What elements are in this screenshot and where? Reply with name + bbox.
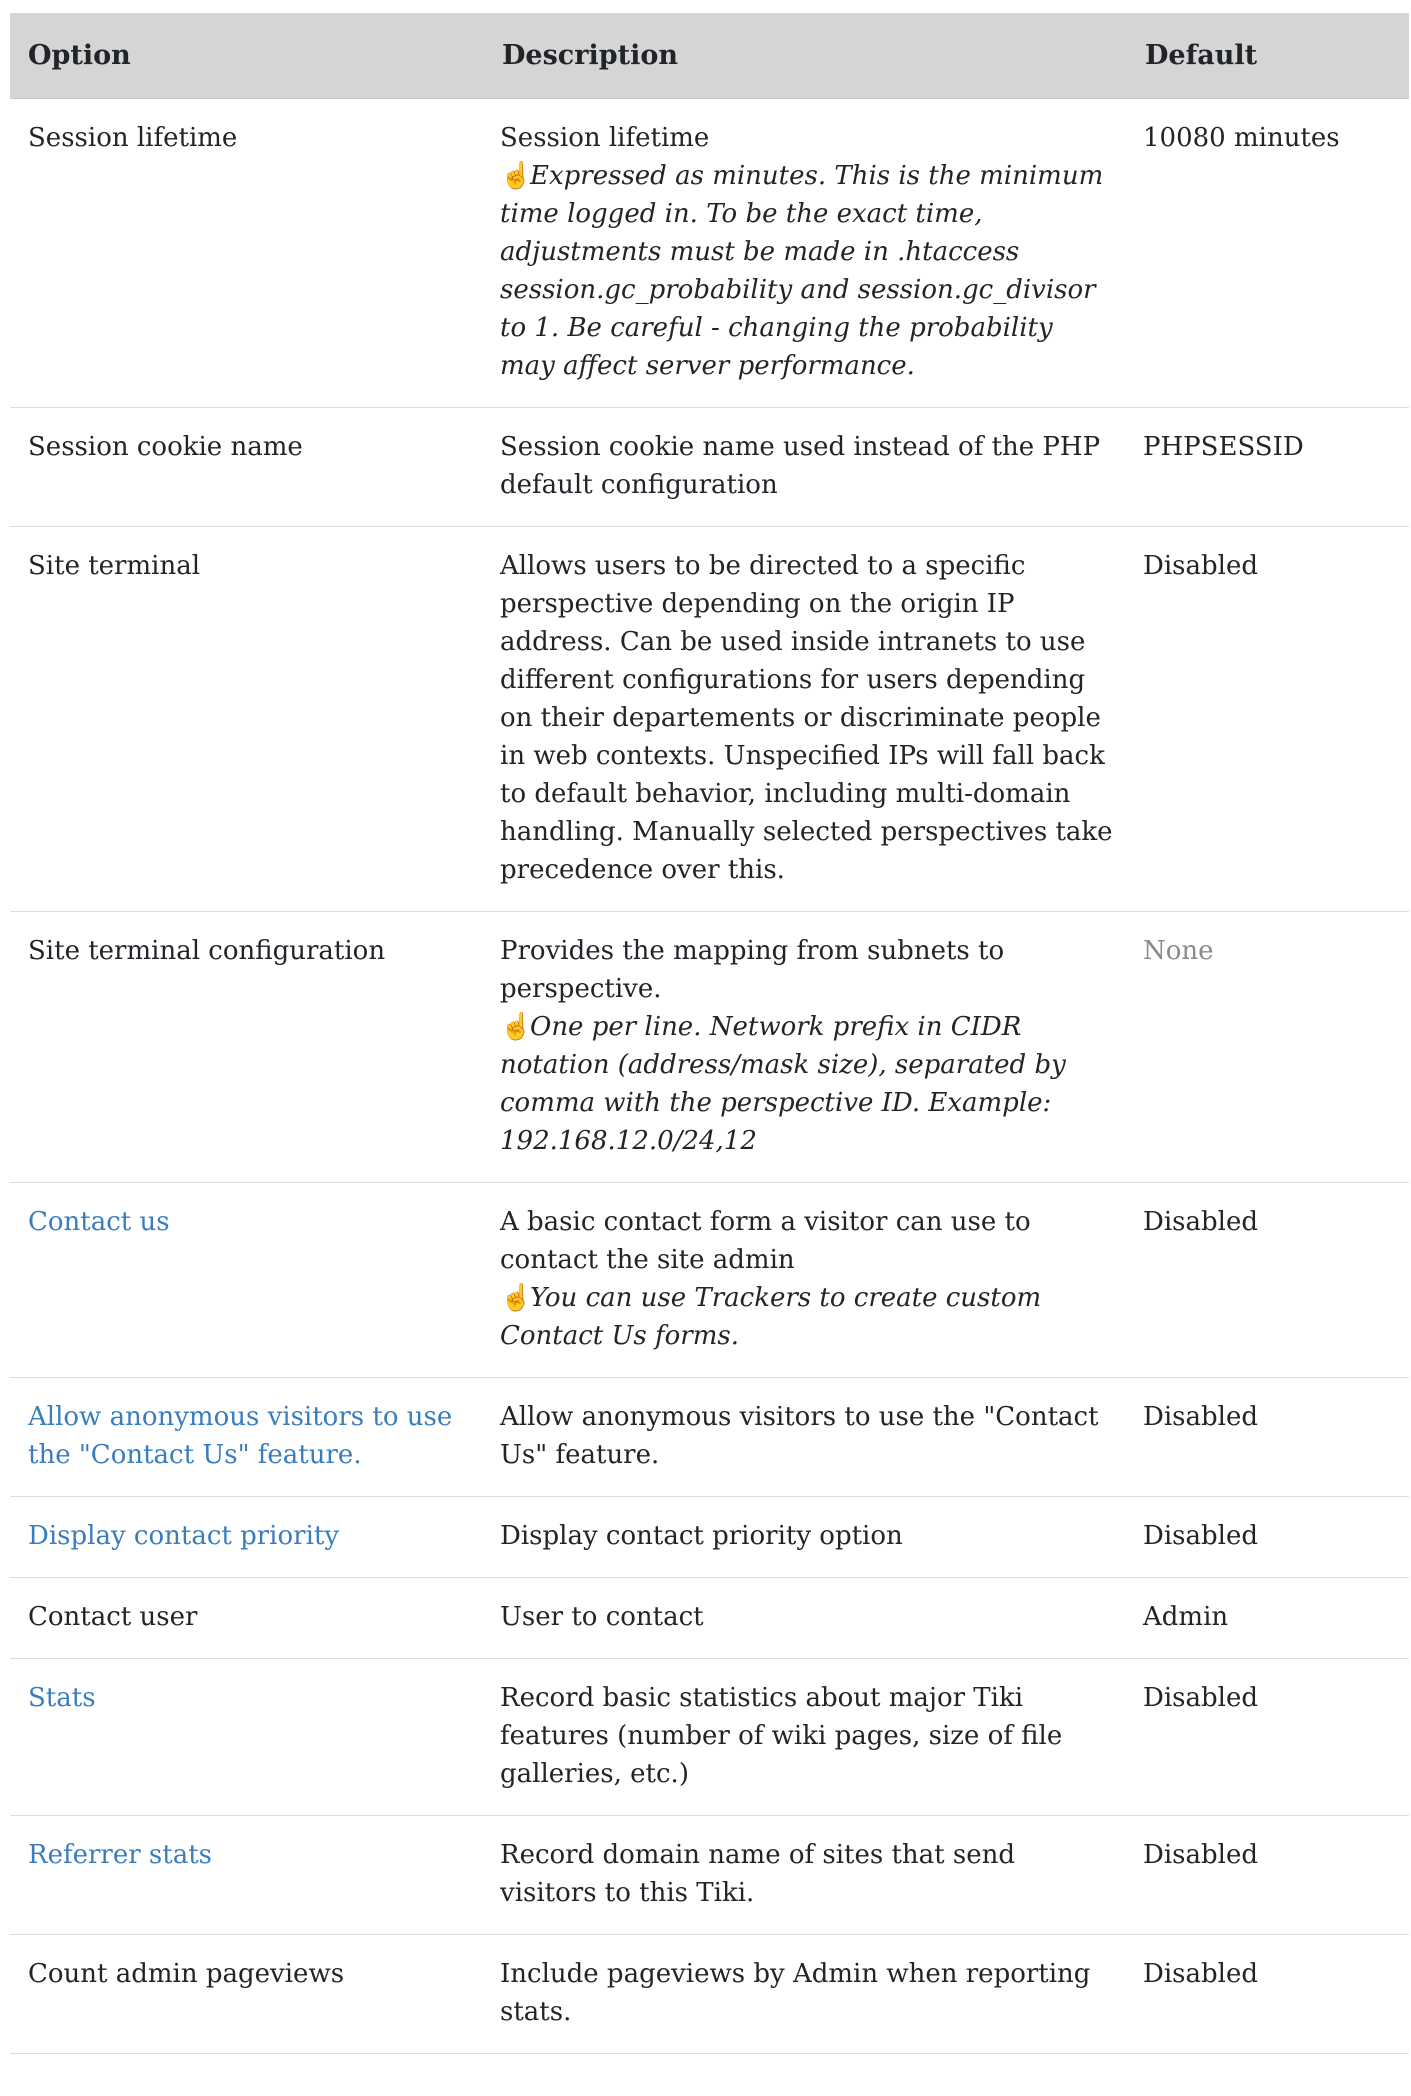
description-text: Record domain name of sites that send vi… (500, 1840, 1016, 1908)
description-text: Provides the mapping from subnets to per… (500, 936, 1005, 1004)
default-cell: Disabled (1127, 1658, 1409, 1816)
description-cell: A basic contact form a visitor can use t… (484, 1182, 1127, 1378)
description-cell: Display contact priority option (484, 1496, 1127, 1578)
default-value: Disabled (1143, 1521, 1258, 1551)
table-row: Site terminal configuration Provides the … (10, 911, 1409, 1183)
table-row: Display contact priority Display contact … (10, 1496, 1409, 1578)
option-label: Site terminal configuration (28, 936, 386, 966)
default-value: Disabled (1143, 1207, 1258, 1237)
option-link[interactable]: Allow anonymous visitors to use the "Con… (28, 1402, 452, 1470)
table-row: Session cookie name Session cookie name u… (10, 407, 1409, 527)
header-default: Default (1127, 13, 1409, 99)
preferences-page: Option Description Default Session lifet… (0, 0, 1411, 2096)
description-text: Include pageviews by Admin when reportin… (500, 1959, 1091, 2027)
table-row: Contact us A basic contact form a visitor… (10, 1182, 1409, 1378)
options-table: Option Description Default Session lifet… (10, 13, 1409, 2054)
hint-text-block: ☝You can use Trackers to create custom C… (500, 1279, 1115, 1355)
table-row: Stats Record basic statistics about major… (10, 1658, 1409, 1816)
description-text: Session lifetime (500, 123, 710, 153)
option-cell: Allow anonymous visitors to use the "Con… (10, 1377, 484, 1497)
hint-text: Expressed as minutes. This is the minimu… (500, 161, 1104, 381)
description-text: A basic contact form a visitor can use t… (500, 1207, 1031, 1275)
table-row: Referrer stats Record domain name of site… (10, 1815, 1409, 1935)
default-cell: Disabled (1127, 526, 1409, 912)
option-cell: Contact us (10, 1182, 484, 1378)
option-label: Count admin pageviews (28, 1959, 345, 1989)
description-text: User to contact (500, 1602, 704, 1632)
option-link[interactable]: Contact us (28, 1207, 170, 1237)
option-cell: Count admin pageviews (10, 1934, 484, 2054)
pointing-hand-icon: ☝ (500, 1283, 533, 1313)
description-text: Allows users to be directed to a specifi… (500, 551, 1113, 885)
description-cell: Session lifetime ☝Expressed as minutes. T… (484, 98, 1127, 408)
description-text: Session cookie name used instead of the … (500, 432, 1101, 500)
hint-text: You can use Trackers to create custom Co… (500, 1283, 1042, 1351)
option-cell: Session cookie name (10, 407, 484, 527)
default-cell: Admin (1127, 1577, 1409, 1659)
top-margin (0, 0, 1411, 13)
default-value: Admin (1143, 1602, 1229, 1632)
default-cell: None (1127, 911, 1409, 1183)
option-link[interactable]: Referrer stats (28, 1840, 212, 1870)
default-cell: Disabled (1127, 1815, 1409, 1935)
default-value: Disabled (1143, 551, 1258, 581)
description-cell: User to contact (484, 1577, 1127, 1659)
default-cell: Disabled (1127, 1182, 1409, 1378)
option-label: Session lifetime (28, 123, 238, 153)
option-label: Session cookie name (28, 432, 303, 462)
default-value: 10080 minutes (1143, 123, 1340, 153)
description-cell: Allow anonymous visitors to use the "Con… (484, 1377, 1127, 1497)
header-option: Option (10, 13, 484, 99)
description-cell: Record domain name of sites that send vi… (484, 1815, 1127, 1935)
default-value: PHPSESSID (1143, 432, 1304, 462)
option-label: Contact user (28, 1602, 198, 1632)
description-cell: Include pageviews by Admin when reportin… (484, 1934, 1127, 2054)
default-cell: Disabled (1127, 1934, 1409, 2054)
default-cell: Disabled (1127, 1377, 1409, 1497)
option-link[interactable]: Display contact priority (28, 1521, 339, 1551)
option-cell: Stats (10, 1658, 484, 1816)
hint-text: One per line. Network prefix in CIDR not… (500, 1012, 1066, 1156)
description-cell: Allows users to be directed to a specifi… (484, 526, 1127, 912)
header-description: Description (484, 13, 1127, 99)
option-cell: Session lifetime (10, 98, 484, 408)
table-header: Option Description Default (10, 13, 1409, 99)
default-value: Disabled (1143, 1840, 1258, 1870)
pointing-hand-icon: ☝ (500, 161, 533, 191)
default-cell: Disabled (1127, 1496, 1409, 1578)
default-value: Disabled (1143, 1959, 1258, 1989)
description-text: Record basic statistics about major Tiki… (500, 1683, 1063, 1789)
header-row: Option Description Default (10, 13, 1409, 99)
default-cell: PHPSESSID (1127, 407, 1409, 527)
table-row: Site terminal Allows users to be directed… (10, 526, 1409, 912)
table-row: Contact user User to contact Admin (10, 1577, 1409, 1659)
option-link[interactable]: Stats (28, 1683, 96, 1713)
description-cell: Record basic statistics about major Tiki… (484, 1658, 1127, 1816)
hint-text-block: ☝One per line. Network prefix in CIDR no… (500, 1008, 1115, 1160)
description-cell: Provides the mapping from subnets to per… (484, 911, 1127, 1183)
default-value: Disabled (1143, 1402, 1258, 1432)
table-row: Allow anonymous visitors to use the "Con… (10, 1377, 1409, 1497)
option-cell: Contact user (10, 1577, 484, 1659)
pointing-hand-icon: ☝ (500, 1012, 533, 1042)
description-cell: Session cookie name used instead of the … (484, 407, 1127, 527)
table-row: Session lifetime Session lifetime ☝Express… (10, 98, 1409, 408)
option-cell: Referrer stats (10, 1815, 484, 1935)
description-text: Display contact priority option (500, 1521, 903, 1551)
table-body: Session lifetime Session lifetime ☝Express… (10, 98, 1409, 2054)
table-row: Count admin pageviews Include pageviews b… (10, 1934, 1409, 2054)
option-cell: Site terminal configuration (10, 911, 484, 1183)
default-value: None (1143, 936, 1214, 966)
option-cell: Display contact priority (10, 1496, 484, 1578)
option-cell: Site terminal (10, 526, 484, 912)
default-cell: 10080 minutes (1127, 98, 1409, 408)
hint-text-block: ☝Expressed as minutes. This is the minim… (500, 157, 1115, 385)
option-label: Site terminal (28, 551, 201, 581)
description-text: Allow anonymous visitors to use the "Con… (500, 1402, 1099, 1470)
default-value: Disabled (1143, 1683, 1258, 1713)
